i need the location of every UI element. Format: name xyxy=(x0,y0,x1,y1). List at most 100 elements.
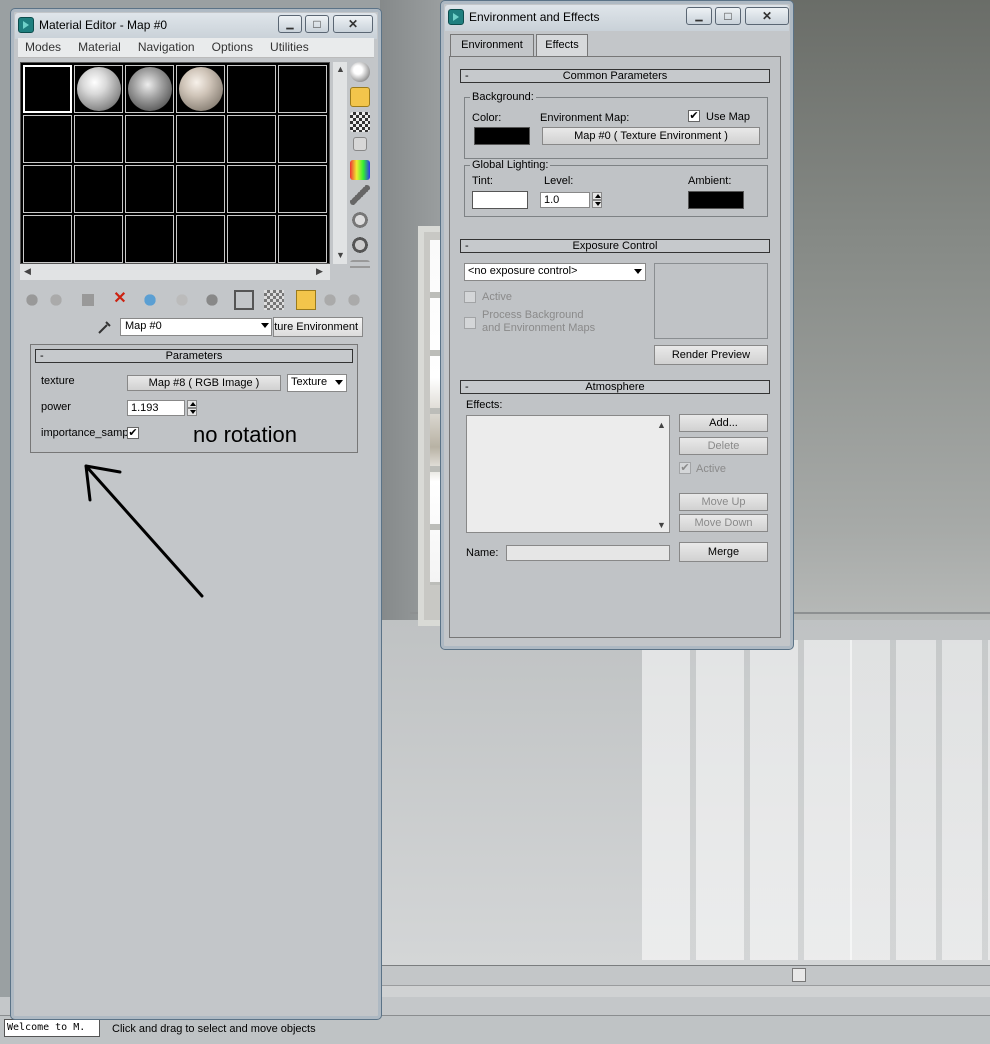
sample-slot[interactable] xyxy=(23,115,72,163)
level-field[interactable]: 1.0 xyxy=(540,192,590,208)
sample-type-icon[interactable] xyxy=(350,62,370,82)
sample-slot[interactable] xyxy=(227,65,276,113)
scroll-up-icon[interactable]: ▲ xyxy=(657,420,666,430)
scroll-up-icon[interactable]: ▲ xyxy=(336,64,345,74)
go-forward-sibling-icon[interactable] xyxy=(344,290,364,310)
scroll-down-icon[interactable]: ▼ xyxy=(657,520,666,530)
close-button[interactable]: ✕ xyxy=(333,15,373,33)
tint-color-swatch[interactable] xyxy=(472,191,528,209)
reset-map-icon[interactable]: ✕ xyxy=(110,290,130,310)
menu-navigation[interactable]: Navigation xyxy=(131,38,202,54)
menu-options[interactable]: Options xyxy=(205,38,260,54)
make-unique-icon[interactable] xyxy=(172,290,192,310)
sample-slot[interactable] xyxy=(74,215,123,263)
slots-horizontal-scrollbar[interactable]: ◀ ▶ xyxy=(20,264,330,280)
video-color-check-icon[interactable] xyxy=(350,160,370,180)
sample-slot[interactable] xyxy=(176,115,225,163)
minimize-button[interactable]: ▁ xyxy=(686,7,712,25)
sample-slot[interactable] xyxy=(176,215,225,263)
sample-slot[interactable] xyxy=(227,165,276,213)
spinner-down-icon[interactable] xyxy=(592,200,602,208)
importance-sampling-checkbox[interactable]: ✔ xyxy=(127,427,139,439)
maximize-button[interactable]: □ xyxy=(715,7,741,25)
make-preview-icon[interactable] xyxy=(350,185,370,205)
sample-slot[interactable] xyxy=(125,115,174,163)
sample-slot[interactable] xyxy=(74,115,123,163)
scroll-left-icon[interactable]: ◀ xyxy=(24,266,31,277)
sample-slot[interactable] xyxy=(278,65,327,113)
copy-material-icon[interactable] xyxy=(140,290,160,310)
show-end-result-icon[interactable] xyxy=(296,290,316,310)
sample-slot[interactable] xyxy=(23,215,72,263)
material-map-navigator-icon[interactable] xyxy=(350,260,370,280)
maxscript-listener[interactable]: Welcome to M. xyxy=(4,1019,100,1037)
sample-slot[interactable] xyxy=(125,65,174,113)
put-material-icon[interactable] xyxy=(46,290,66,310)
minimize-button[interactable]: ▁ xyxy=(278,15,302,33)
move-down-button[interactable]: Move Down xyxy=(679,514,768,532)
effect-name-field[interactable] xyxy=(506,545,670,561)
delete-effect-button[interactable]: Delete xyxy=(679,437,768,455)
sample-slot[interactable] xyxy=(278,165,327,213)
put-to-library-icon[interactable] xyxy=(202,290,222,310)
sample-slot[interactable] xyxy=(74,165,123,213)
rollout-header[interactable]: - Parameters xyxy=(35,349,353,363)
sample-slot[interactable] xyxy=(176,65,225,113)
slots-vertical-scrollbar[interactable]: ▲ ▼ xyxy=(333,62,347,264)
collapse-icon[interactable]: - xyxy=(465,240,469,252)
sample-slot[interactable] xyxy=(74,65,123,113)
sample-slot[interactable] xyxy=(227,215,276,263)
background-color-swatch[interactable] xyxy=(474,127,530,145)
title-bar[interactable]: Environment and Effects ▁ □ ✕ xyxy=(445,5,789,31)
effects-list[interactable]: ▲ ▼ xyxy=(466,415,670,533)
backlight-icon[interactable] xyxy=(350,87,370,107)
render-preview-button[interactable]: Render Preview xyxy=(654,345,768,365)
timeline-slider[interactable] xyxy=(382,965,990,985)
add-effect-button[interactable]: Add... xyxy=(679,414,768,432)
exposure-control-header[interactable]: - Exposure Control xyxy=(460,239,770,253)
sample-slot[interactable] xyxy=(176,165,225,213)
title-bar[interactable]: Material Editor - Map #0 ▁ □ ✕ xyxy=(15,13,377,39)
assign-material-icon[interactable] xyxy=(78,290,98,310)
scroll-right-icon[interactable]: ▶ xyxy=(316,266,323,277)
spinner-down-icon[interactable] xyxy=(187,408,197,416)
exposure-control-select[interactable]: <no exposure control> xyxy=(464,263,646,281)
sample-slot[interactable] xyxy=(125,165,174,213)
spinner-up-icon[interactable] xyxy=(187,400,197,408)
use-map-checkbox[interactable]: ✔ xyxy=(688,110,700,122)
go-to-parent-icon[interactable] xyxy=(320,290,340,310)
track-bar[interactable] xyxy=(382,985,990,997)
chevron-down-icon[interactable] xyxy=(634,269,642,274)
select-by-material-icon[interactable] xyxy=(350,235,370,255)
power-field[interactable]: 1.193 xyxy=(127,400,185,416)
effect-active-checkbox[interactable]: ✔ xyxy=(679,462,691,474)
close-button[interactable]: ✕ xyxy=(745,7,789,25)
environment-map-button[interactable]: Map #0 ( Texture Environment ) xyxy=(542,127,760,145)
level-spinner[interactable] xyxy=(592,192,602,208)
collapse-icon[interactable]: - xyxy=(465,70,469,82)
menu-material[interactable]: Material xyxy=(71,38,128,54)
options-icon[interactable] xyxy=(350,210,370,230)
get-material-icon[interactable] xyxy=(22,290,42,310)
sample-uv-tiling-icon[interactable] xyxy=(353,137,367,151)
sample-slot[interactable] xyxy=(125,215,174,263)
scroll-down-icon[interactable]: ▼ xyxy=(336,250,345,260)
background-checker-icon[interactable] xyxy=(350,112,370,132)
collapse-icon[interactable]: - xyxy=(40,350,44,362)
texture-select[interactable]: Texture xyxy=(287,374,347,392)
chevron-down-icon[interactable] xyxy=(261,323,269,328)
sample-slot[interactable] xyxy=(227,115,276,163)
sample-slot[interactable] xyxy=(23,165,72,213)
material-id-icon[interactable] xyxy=(234,290,254,310)
ambient-color-swatch[interactable] xyxy=(688,191,744,209)
collapse-icon[interactable]: - xyxy=(465,381,469,393)
atmosphere-header[interactable]: - Atmosphere xyxy=(460,380,770,394)
maximize-button[interactable]: □ xyxy=(305,15,329,33)
move-up-button[interactable]: Move Up xyxy=(679,493,768,511)
menu-modes[interactable]: Modes xyxy=(18,38,68,54)
show-map-icon[interactable] xyxy=(264,290,284,310)
process-background-checkbox[interactable] xyxy=(464,317,476,329)
common-parameters-header[interactable]: - Common Parameters xyxy=(460,69,770,83)
texture-map-button[interactable]: Map #8 ( RGB Image ) xyxy=(127,375,281,391)
menu-utilities[interactable]: Utilities xyxy=(263,38,316,54)
